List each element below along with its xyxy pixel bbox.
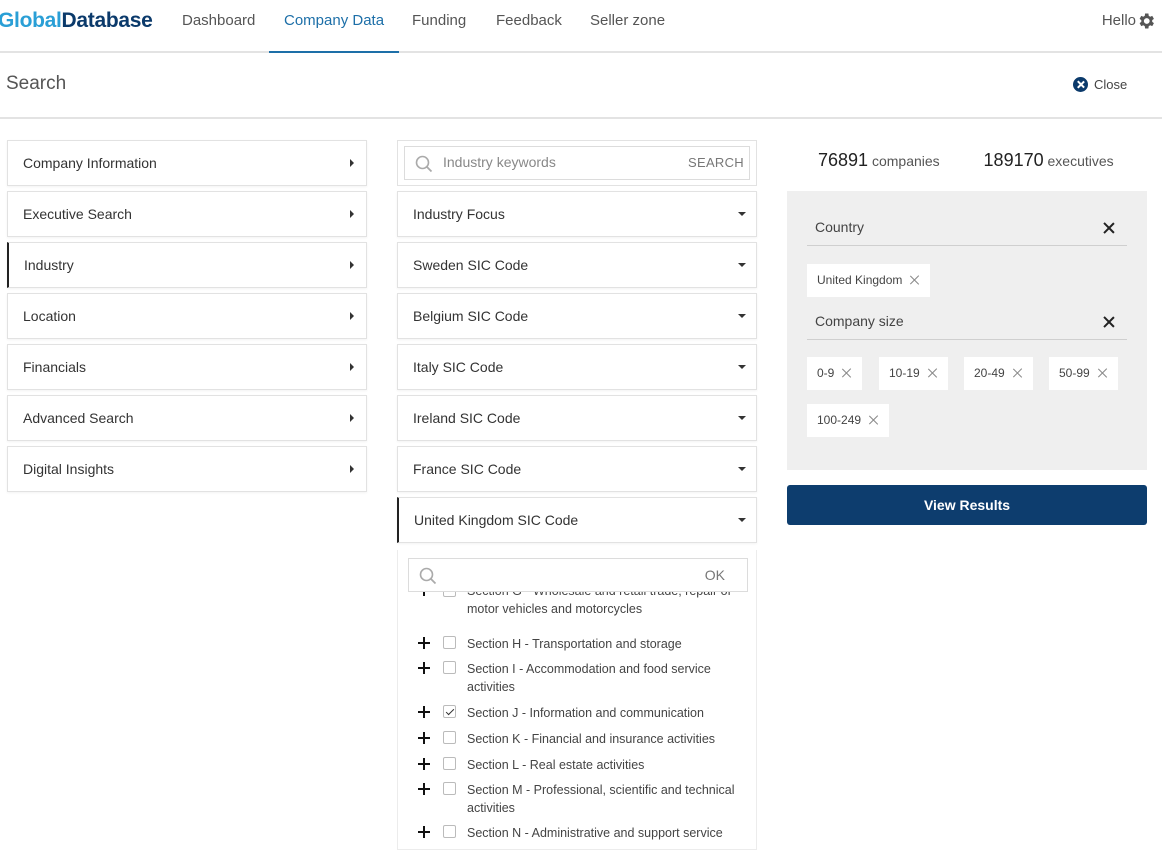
search-icon — [419, 567, 437, 585]
checkbox[interactable] — [443, 757, 456, 770]
selected-filters: Country United Kingdom Company size 0-9 … — [787, 191, 1147, 470]
remove-tag-icon[interactable] — [1013, 368, 1023, 378]
checkbox[interactable] — [443, 592, 456, 597]
dropdown-belgium-sic[interactable]: Belgium SIC Code — [397, 293, 757, 339]
filter-tag: 10-19 — [879, 357, 948, 390]
executives-label: executives — [1047, 153, 1114, 169]
caret-right-icon — [350, 363, 354, 371]
industry-keyword-box: SEARCH — [397, 140, 757, 186]
dropdown-italy-sic[interactable]: Italy SIC Code — [397, 344, 757, 390]
remove-tag-icon[interactable] — [928, 368, 938, 378]
expand-plus-icon[interactable] — [418, 706, 430, 718]
filter-tag: United Kingdom — [807, 264, 931, 297]
logo[interactable]: GlobalDatabase — [0, 9, 153, 33]
filter-tag: 50-99 — [1049, 357, 1118, 390]
sic-search-input[interactable] — [445, 567, 685, 583]
sic-ok-button[interactable]: OK — [705, 567, 725, 583]
remove-tag-icon[interactable] — [910, 275, 920, 285]
industry-panel: SEARCH Industry Focus Sweden SIC Code Be… — [397, 140, 757, 850]
caret-right-icon — [350, 414, 354, 422]
menu-item-industry[interactable]: Industry — [7, 242, 367, 288]
remove-filter-icon[interactable] — [1103, 316, 1115, 328]
menu-item-company-information[interactable]: Company Information — [7, 140, 367, 186]
close-label[interactable]: Close — [1094, 77, 1127, 92]
dropdown-ireland-sic[interactable]: Ireland SIC Code — [397, 395, 757, 441]
nav-feedback[interactable]: Feedback — [496, 0, 562, 53]
expand-plus-icon[interactable] — [418, 662, 430, 674]
expand-plus-icon[interactable] — [418, 758, 430, 770]
view-results-button[interactable]: View Results — [787, 485, 1147, 525]
nav-funding[interactable]: Funding — [412, 0, 466, 53]
dropdown-industry-focus[interactable]: Industry Focus — [397, 191, 757, 237]
caret-down-icon — [738, 263, 746, 267]
remove-filter-icon[interactable] — [1103, 222, 1115, 234]
filter-tag: 0-9 — [807, 357, 863, 390]
filter-country: Country — [807, 210, 1127, 246]
dropdown-sweden-sic[interactable]: Sweden SIC Code — [397, 242, 757, 288]
close-button[interactable]: Close — [1073, 75, 1127, 93]
checkbox-checked[interactable] — [443, 705, 456, 718]
expand-plus-icon[interactable] — [418, 732, 430, 744]
checkbox[interactable] — [443, 782, 456, 795]
caret-right-icon — [350, 159, 354, 167]
expand-plus-icon[interactable] — [418, 826, 430, 838]
checkbox[interactable] — [443, 731, 456, 744]
executives-count: 189170 — [983, 150, 1044, 170]
expand-plus-icon[interactable] — [418, 637, 430, 649]
caret-down-icon — [738, 518, 746, 522]
nav-company-data[interactable]: Company Data — [269, 0, 400, 53]
dropdown-united-kingdom-sic[interactable]: United Kingdom SIC Code — [397, 497, 757, 543]
menu-item-financials[interactable]: Financials — [7, 344, 367, 390]
industry-search-button[interactable]: SEARCH — [688, 155, 744, 170]
caret-right-icon — [350, 312, 354, 320]
sic-search-field: OK — [408, 558, 748, 592]
expand-plus-icon[interactable] — [418, 592, 430, 596]
menu-item-advanced-search[interactable]: Advanced Search — [7, 395, 367, 441]
sic-tree-list[interactable]: Section G - Wholesale and retail trade; … — [398, 592, 756, 849]
remove-tag-icon[interactable] — [869, 415, 879, 425]
caret-right-icon — [350, 210, 354, 218]
caret-down-icon — [738, 314, 746, 318]
remove-tag-icon[interactable] — [842, 368, 852, 378]
checkbox[interactable] — [443, 636, 456, 649]
search-icon — [415, 155, 433, 173]
result-counts: 76891 companies 189170 executives — [818, 150, 1114, 171]
expand-plus-icon[interactable] — [418, 783, 430, 795]
checkbox[interactable] — [443, 825, 456, 838]
caret-right-icon — [350, 465, 354, 473]
nav-dashboard[interactable]: Dashboard — [182, 0, 255, 53]
dropdown-france-sic[interactable]: France SIC Code — [397, 446, 757, 492]
remove-tag-icon[interactable] — [1098, 368, 1108, 378]
user-greeting[interactable]: Hello — [1102, 12, 1136, 29]
caret-down-icon — [738, 416, 746, 420]
filter-company-size: Company size — [807, 304, 1127, 340]
industry-keyword-input[interactable] — [443, 154, 683, 170]
caret-down-icon — [738, 365, 746, 369]
top-navigation: GlobalDatabase Dashboard Company Data Fu… — [0, 0, 1162, 53]
menu-item-executive-search[interactable]: Executive Search — [7, 191, 367, 237]
caret-right-icon — [350, 261, 354, 269]
checkbox[interactable] — [443, 661, 456, 674]
caret-down-icon — [738, 467, 746, 471]
caret-down-icon — [738, 212, 746, 216]
gear-icon[interactable] — [1136, 11, 1156, 31]
close-circle-icon[interactable] — [1073, 76, 1088, 92]
menu-item-location[interactable]: Location — [7, 293, 367, 339]
industry-keyword-field: SEARCH — [404, 146, 750, 180]
filter-tag: 20-49 — [964, 357, 1033, 390]
companies-label: companies — [871, 153, 940, 169]
filter-tag: 100-249 — [807, 404, 890, 437]
companies-count: 76891 — [818, 150, 869, 170]
nav-seller-zone[interactable]: Seller zone — [590, 0, 665, 53]
menu-item-digital-insights[interactable]: Digital Insights — [7, 446, 367, 492]
search-header: Search Close — [0, 53, 1162, 119]
search-category-menu: Company Information Executive Search Ind… — [7, 140, 367, 497]
page-title: Search — [6, 73, 67, 94]
uk-sic-panel: OK Section G - Wholesale and retail trad… — [397, 550, 757, 850]
